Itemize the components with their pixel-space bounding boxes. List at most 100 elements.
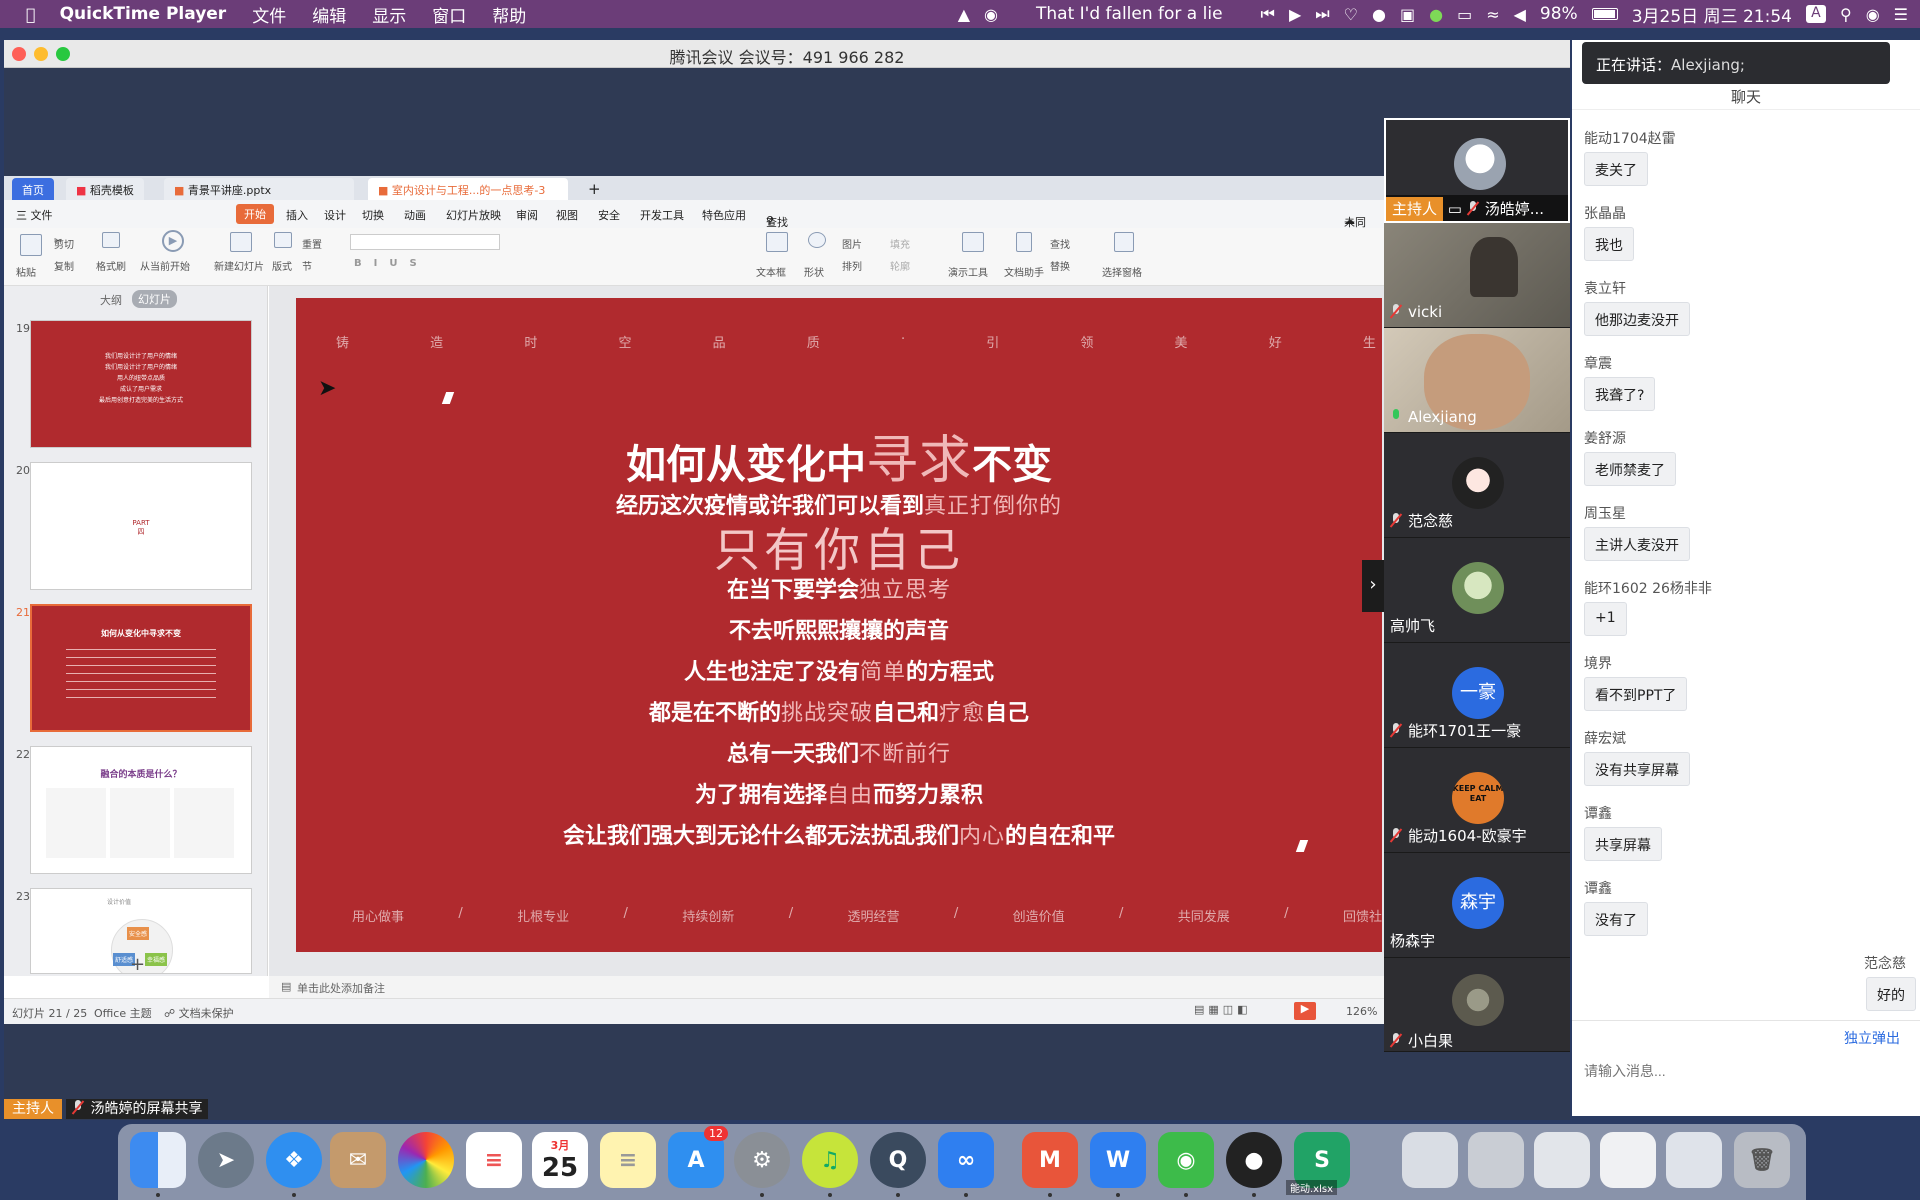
participant-tile[interactable]: 范念慈 [1384,433,1570,538]
picture-button[interactable]: 图片 [842,236,862,251]
paste-icon[interactable] [20,234,42,256]
control-center-icon[interactable]: ☰ [1894,5,1908,24]
recent-window-thumb[interactable] [1600,1132,1656,1188]
menu-review[interactable]: 审阅 [516,207,538,223]
menu-transition[interactable]: 切换 [362,207,384,223]
tab-template[interactable]: ■ 稻壳模板 [66,178,144,200]
view-mode-icons[interactable]: ▤▦◫◧ [1194,1003,1252,1016]
tencent-meeting-icon[interactable]: ∞ [938,1132,994,1188]
quicktime-icon[interactable]: Q [870,1132,926,1188]
notes-placeholder[interactable]: 单击此处添加备注 [297,980,385,996]
arrange-button[interactable]: 排列 [842,258,862,273]
menu-file[interactable]: 三 文件 [16,207,53,223]
shape-label[interactable]: 形状 [804,264,824,279]
select-pane-label[interactable]: 选择窗格 [1102,264,1142,279]
system-preferences-icon[interactable]: ⚙ [734,1132,790,1188]
font-name-select[interactable] [350,234,500,250]
font-style-buttons[interactable]: BIUS [354,258,429,269]
menu-edit[interactable]: 编辑 [312,2,346,27]
new-slide-label[interactable]: 新建幻灯片 [214,258,264,273]
present-tool-label[interactable]: 演示工具 [948,264,988,279]
play-from-current-icon[interactable]: ▶ [162,230,184,252]
participant-tile[interactable]: 森宇 杨森宇 [1384,853,1570,958]
menu-slideshow[interactable]: 幻灯片放映 [446,207,501,223]
reminders-icon[interactable]: ≡ [466,1132,522,1188]
protect-status[interactable]: ☍ 文档未保护 [164,1005,234,1021]
recent-window-thumb[interactable] [1468,1132,1524,1188]
recent-window-thumb[interactable] [1402,1132,1458,1188]
wifi-icon[interactable]: ≈ [1486,5,1499,24]
heart-icon[interactable]: ♡ [1344,5,1358,24]
section-button[interactable]: 节 [302,258,312,273]
slide-thumbnail-19[interactable]: 我们用设计计了用户的情绪 我们用设计计了用户的情绪 用人的纽带点品质 成认了用户… [30,320,252,448]
new-slide-icon[interactable] [230,232,252,252]
from-current-label[interactable]: 从当前开始 [140,258,190,273]
mail-stamp-icon[interactable]: ✉ [330,1132,386,1188]
textbox-label[interactable]: 文本框 [756,264,786,279]
shape-icon[interactable] [808,232,826,248]
menu-insert[interactable]: 插入 [286,207,308,223]
participant-tile[interactable]: 小白果 [1384,958,1570,1052]
wechat-icon[interactable]: ◉ [984,5,998,24]
participant-tile[interactable]: 高帅飞 [1384,538,1570,643]
participant-tile[interactable]: 主持人 ▭ 汤皓婷... [1384,118,1570,223]
outline-button[interactable]: 轮廓 [890,258,910,273]
reset-button[interactable]: 重置 [302,236,322,251]
recent-window-thumb[interactable] [1666,1132,1722,1188]
apple-icon[interactable]:  [26,5,36,24]
music-app-icon[interactable]: ♫ [802,1132,858,1188]
doc-helper-label[interactable]: 文档助手 [1004,264,1044,279]
layout-icon[interactable] [274,232,292,248]
wechat-dock-icon[interactable]: ◉ [1158,1132,1214,1188]
popout-chat-button[interactable]: 独立弹出 [1844,1028,1900,1048]
safari-icon[interactable]: ❖ [266,1132,322,1188]
volume-icon[interactable]: ◀ [1514,5,1526,24]
tab-home[interactable]: 首页 [12,178,54,200]
format-painter-label[interactable]: 格式刷 [96,258,126,273]
globe-icon[interactable]: ● [1372,5,1386,24]
qq-icon[interactable]: ● [1226,1132,1282,1188]
menu-app-name[interactable]: QuickTime Player [60,4,227,24]
menu-view[interactable]: 视图 [556,207,578,223]
finder-icon[interactable] [130,1132,186,1188]
menu-security[interactable]: 安全 [598,207,620,223]
trash-icon[interactable]: 🗑 [1734,1132,1790,1188]
textbox-icon[interactable] [766,232,788,252]
menu-start[interactable]: 开始 [236,204,274,224]
tab-pptx-file[interactable]: ■ 青景平讲座.pptx [164,178,354,200]
wps-icon[interactable]: W [1090,1132,1146,1188]
menu-file[interactable]: 文件 [252,2,286,27]
find-button[interactable]: 查找 [1050,236,1070,251]
slide-thumbnail-22[interactable]: 融合的本质是什么？ [30,746,252,874]
previous-track-icon[interactable]: ⏮ [1261,4,1275,24]
format-painter-icon[interactable] [102,232,120,248]
notes-bar[interactable]: ▤ 单击此处添加备注 [269,976,1386,998]
clock-text[interactable]: 3月25日 周三 21:54 [1632,2,1792,27]
menu-devtools[interactable]: 开发工具 [640,207,684,223]
siri-icon[interactable]: ◉ [1866,5,1880,24]
chat-input[interactable] [1584,1056,1904,1086]
replace-button[interactable]: 替换 [1050,258,1070,273]
panel-tab-outline[interactable]: 大纲 [100,292,122,308]
bell-icon[interactable]: ▲ [958,5,970,24]
m-app-icon[interactable]: ▣ [1400,5,1415,24]
green-app-icon[interactable]: ● [1429,5,1443,24]
calendar-icon[interactable]: 3月 25 [532,1132,588,1188]
participant-tile[interactable]: vicki [1384,223,1570,328]
participant-tile[interactable]: 一豪 能环1701王一豪 [1384,643,1570,748]
select-pane-icon[interactable] [1114,232,1134,252]
spotlight-icon[interactable]: ⚲ [1840,5,1852,24]
play-slideshow-button[interactable]: ▶ [1294,1002,1316,1020]
menu-help[interactable]: 帮助 [492,2,526,27]
notes-app-icon[interactable]: ≡ [600,1132,656,1188]
participant-tile[interactable]: KEEP CALM EAT 能动1604-欧豪宇 [1384,748,1570,853]
play-icon[interactable]: ▶ [1289,5,1301,24]
paste-label[interactable]: 粘贴 [16,264,36,279]
slide-thumbnail-21[interactable]: 如何从变化中寻求不变 [30,604,252,732]
present-tool-icon[interactable] [962,232,984,252]
menu-design[interactable]: 设计 [324,207,346,223]
slide-thumbnail-20[interactable]: PART 四 [30,462,252,590]
layout-label[interactable]: 版式 [272,258,292,273]
menu-features[interactable]: 特色应用 [702,207,746,223]
zoom-level[interactable]: 126% [1346,1005,1377,1018]
